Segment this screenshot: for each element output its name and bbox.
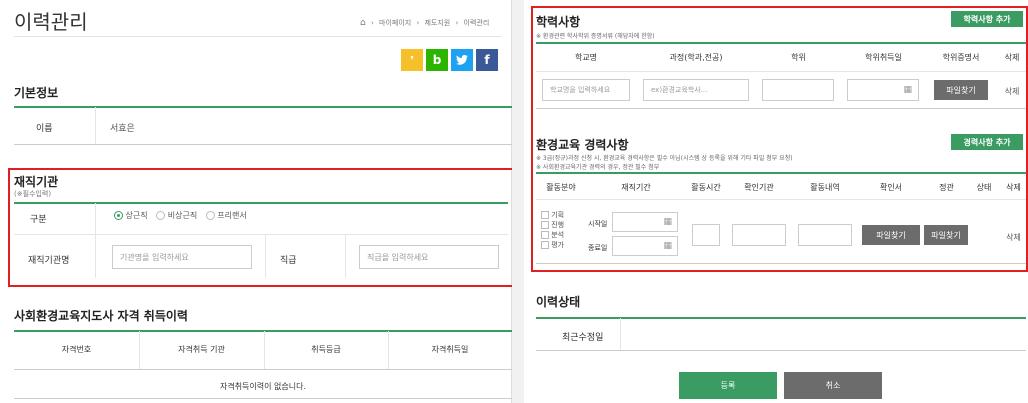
edu-delete-link[interactable]: 삭제 [996, 86, 1028, 97]
rank-label: 직급 [280, 256, 297, 266]
home-icon[interactable]: ⌂ [360, 18, 366, 28]
checkbox-planning[interactable] [541, 211, 549, 219]
start-date-input[interactable]: ▦ [612, 212, 678, 232]
col-course: 과정(학과,전공) [669, 53, 723, 62]
checkbox-evaluation[interactable] [541, 241, 549, 249]
end-date-input[interactable]: ▦ [612, 236, 678, 256]
radio-parttime-label: 비상근직 [167, 211, 198, 220]
career-note-1: ※ 3급(정규)과정 신청 시, 환경교육 경력사항은 필수 아님(시스템 상 … [536, 155, 793, 162]
degree-input[interactable] [762, 79, 834, 101]
radio-freelance[interactable] [205, 211, 215, 220]
col-articles: 정관 [939, 183, 954, 192]
col-cert-grade: 취득등급 [311, 345, 341, 354]
radio-fulltime[interactable] [114, 211, 123, 220]
register-button[interactable]: 등록 [679, 372, 777, 399]
col-activity-detail: 활동내역 [810, 183, 840, 192]
name-label: 이름 [36, 124, 53, 134]
col-cert-date: 자격취득일 [431, 345, 469, 354]
end-date-label: 종료일 [588, 244, 608, 252]
career-delete-link[interactable]: 삭제 [999, 232, 1028, 243]
org-name-input[interactable]: 기관명을 입력하세요 [112, 245, 252, 269]
col-degree: 학위 [791, 53, 806, 62]
employment-type-group: 상근직 비상근직 프리랜서 [114, 210, 247, 221]
career-title: 환경교육 경력사항 [536, 138, 629, 152]
qualification-title: 사회환경교육지도사 자격 취득이력 [14, 309, 188, 323]
degree-date-input[interactable]: ▦ [847, 79, 919, 101]
kakaostory-share-icon[interactable]: ❜ [401, 49, 423, 71]
col-degree-date: 학위취득일 [865, 53, 902, 62]
basic-info-title: 기본정보 [14, 86, 59, 100]
col-cert-number: 자격번호 [61, 345, 92, 354]
start-calendar-icon[interactable]: ▦ [663, 217, 672, 227]
checkbox-conduct[interactable] [541, 221, 549, 229]
checkbox-analysis[interactable] [541, 231, 549, 239]
radio-fulltime-label: 상근직 [125, 211, 148, 220]
breadcrumb: ⌂ › 마이페이지 › 제도지원 › 이력관리 [360, 18, 490, 28]
left-panel: 이력관리 ⌂ › 마이페이지 › 제도지원 › 이력관리 ❜ b f 기본정보 … [0, 0, 516, 403]
col-hours: 활동시간 [691, 183, 721, 192]
degree-cert-file-button[interactable]: 파일찾기 [934, 80, 988, 100]
col-period: 재직기간 [621, 183, 651, 192]
radio-freelance-label: 프리랜서 [217, 211, 247, 220]
qualification-empty-message: 자격취득이력이 없습니다. [219, 382, 307, 391]
activity-field-group: 기획 진행 분석 평가 [541, 210, 564, 250]
employment-title: 재직기관 [14, 175, 59, 189]
blog-share-icon[interactable]: b [426, 49, 448, 71]
col-career-delete: 삭제 [1006, 183, 1021, 192]
radio-parttime[interactable] [156, 211, 166, 220]
name-value: 서효은 [110, 124, 135, 134]
education-title: 학력사항 [536, 15, 581, 29]
add-education-button[interactable]: 학력사항 추가 [951, 11, 1023, 27]
col-school: 학교명 [574, 53, 598, 62]
education-note: ※ 환경관련 학사학위 증명서류 (해당자에 한함) [536, 33, 655, 40]
checkbox-analysis-label: 분석 [551, 231, 565, 239]
page-title: 이력관리 [14, 10, 88, 34]
career-note-2: ※ 사회환경교육기관 경력의 경우, 정관 필수 첨부 [536, 164, 660, 171]
col-certificate: 확인서 [879, 183, 903, 192]
end-calendar-icon[interactable]: ▦ [663, 241, 672, 251]
checkbox-conduct-label: 진행 [551, 221, 565, 229]
employment-highlight-box [8, 168, 516, 287]
certificate-file-button[interactable]: 파일찾기 [862, 225, 920, 245]
last-modified-label: 최근수정일 [562, 333, 604, 343]
breadcrumb-item-support[interactable]: 제도지원 [424, 19, 450, 27]
col-cert-org: 자격취득 기관 [178, 345, 225, 354]
checkbox-planning-label: 기획 [551, 211, 565, 219]
verify-org-input[interactable] [732, 224, 786, 246]
col-verify-org: 확인기관 [744, 183, 774, 192]
add-career-button[interactable]: 경력사항 추가 [951, 134, 1023, 150]
activity-detail-input[interactable] [798, 224, 852, 246]
school-input[interactable]: 학교명을 입력하세요 [542, 79, 630, 101]
course-input[interactable]: ex)환경교육학사... [643, 79, 749, 101]
status-title: 이력상태 [536, 295, 581, 309]
facebook-share-icon[interactable]: f [476, 49, 498, 71]
col-status: 상태 [976, 183, 992, 192]
breadcrumb-item-history[interactable]: 이력관리 [464, 19, 490, 27]
articles-file-button[interactable]: 파일찾기 [924, 225, 968, 245]
org-label: 재직기관명 [28, 256, 70, 266]
breadcrumb-item-mypage[interactable]: 마이페이지 [379, 19, 411, 27]
required-note: (※필수입력) [14, 190, 52, 198]
checkbox-evaluation-label: 평가 [551, 241, 565, 249]
col-degree-cert: 학위증명서 [942, 53, 980, 62]
rank-input[interactable]: 직급을 입력하세요 [359, 245, 499, 269]
calendar-icon[interactable]: ▦ [903, 85, 912, 95]
col-edu-delete: 삭제 [1004, 53, 1020, 62]
hours-input[interactable] [692, 224, 720, 246]
start-date-label: 시작일 [588, 220, 608, 228]
col-activity-field: 활동분야 [546, 183, 576, 192]
type-label: 구분 [30, 215, 47, 225]
right-panel: 학력사항 ※ 환경관련 학사학위 증명서류 (해당자에 한함) 학력사항 추가 … [524, 0, 1028, 403]
panel-divider [512, 0, 524, 403]
cancel-button[interactable]: 취소 [784, 372, 882, 399]
twitter-share-icon[interactable] [451, 49, 473, 71]
